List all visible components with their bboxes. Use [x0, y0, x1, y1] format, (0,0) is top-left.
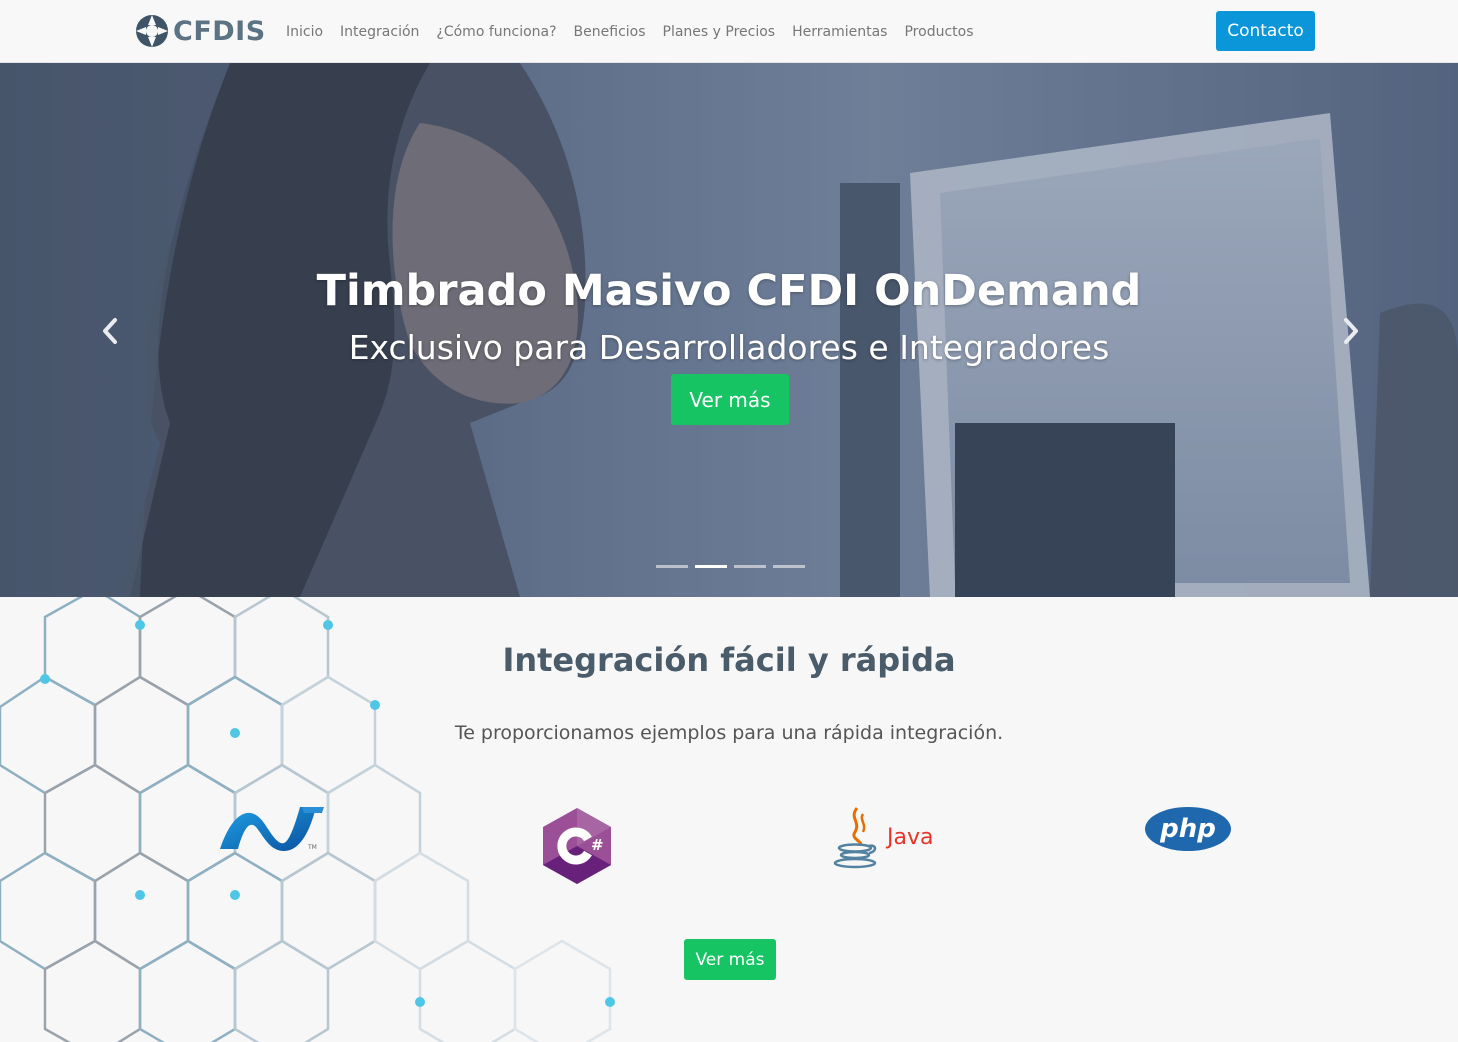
nav-item-como-funciona[interactable]: ¿Cómo funciona? — [436, 24, 556, 40]
integration-subtitle: Te proporcionamos ejemplos para una rápi… — [454, 722, 1004, 744]
hero-title: Timbrado Masivo CFDI OnDemand — [316, 266, 1142, 316]
carousel-next-button[interactable] — [1339, 316, 1363, 346]
hero-carousel: Timbrado Masivo CFDI OnDemand Exclusivo … — [0, 63, 1458, 597]
hero-subtitle: Exclusivo para Desarrolladores e Integra… — [348, 328, 1110, 367]
nav-item-beneficios[interactable]: Beneficios — [574, 24, 646, 40]
brand-name: CFDIS — [173, 15, 266, 47]
php-logo[interactable]: php — [1144, 806, 1232, 852]
brand-logo[interactable]: CFDIS — [135, 13, 266, 49]
navbar: CFDIS Inicio Integración ¿Cómo funciona?… — [0, 0, 1458, 63]
svg-text:Java: Java — [885, 825, 933, 850]
nav-item-planes-precios[interactable]: Planes y Precios — [663, 24, 776, 40]
hero-ver-mas-button[interactable]: Ver más — [671, 374, 789, 425]
carousel-indicator-2[interactable] — [695, 565, 727, 568]
nav-item-integracion[interactable]: Integración — [340, 24, 419, 40]
csharp-logo[interactable]: # — [540, 806, 614, 886]
nav-item-productos[interactable]: Productos — [904, 24, 973, 40]
csharp-logo-icon: # — [543, 808, 611, 884]
dotnet-logo[interactable]: TM — [218, 803, 326, 853]
carousel-indicator-3[interactable] — [734, 565, 766, 568]
contact-button[interactable]: Contacto — [1216, 11, 1315, 51]
svg-text:php: php — [1159, 814, 1216, 844]
svg-text:TM: TM — [307, 844, 317, 851]
java-logo-icon: Java — [833, 807, 933, 869]
carousel-indicator-1[interactable] — [656, 565, 688, 568]
integration-ver-mas-button[interactable]: Ver más — [684, 939, 776, 980]
java-logo[interactable]: Java — [831, 806, 937, 870]
cfdis-logo-icon — [136, 15, 168, 47]
svg-text:#: # — [591, 836, 604, 854]
nav-item-inicio[interactable]: Inicio — [286, 24, 323, 40]
carousel-indicator-4[interactable] — [773, 565, 805, 568]
carousel-indicators — [656, 565, 812, 568]
integration-title: Integración fácil y rápida — [502, 641, 956, 679]
main-nav: Inicio Integración ¿Cómo funciona? Benef… — [286, 0, 991, 63]
chevron-right-icon — [1344, 318, 1358, 344]
carousel-prev-button[interactable] — [98, 316, 122, 346]
chevron-left-icon — [103, 318, 117, 344]
integration-section: Integración fácil y rápida Te proporcion… — [0, 597, 1458, 1042]
php-logo-icon: php — [1145, 807, 1231, 851]
nav-item-herramientas[interactable]: Herramientas — [792, 24, 887, 40]
dotnet-logo-icon: TM — [220, 807, 324, 851]
